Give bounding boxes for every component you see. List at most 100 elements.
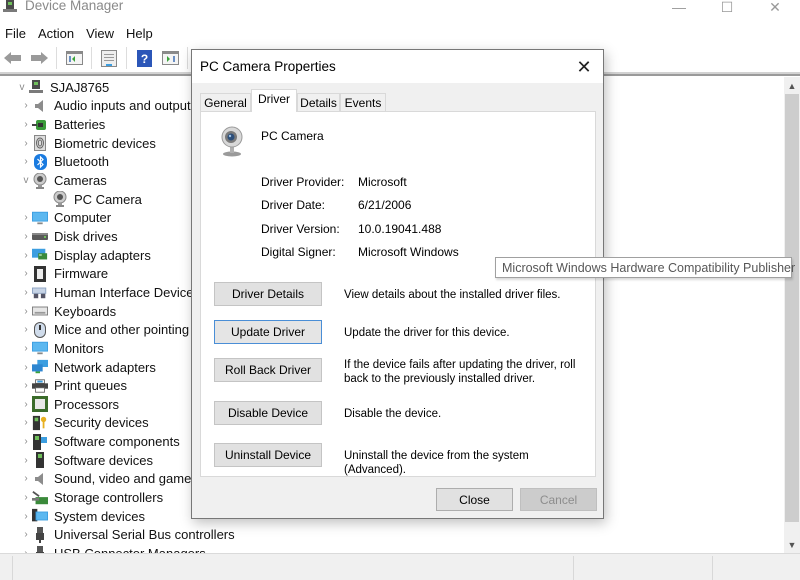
- properties-icon: [101, 49, 117, 67]
- tree-item[interactable]: v Cameras: [20, 171, 107, 190]
- chevron-right-icon[interactable]: ›: [20, 324, 32, 335]
- properties-button[interactable]: [98, 47, 120, 69]
- signer-tooltip: Microsoft Windows Hardware Compatibility…: [495, 257, 795, 278]
- tree-item[interactable]: ›USB Connector Managers: [20, 544, 206, 553]
- dialog-close-button[interactable]: ✕: [568, 55, 600, 79]
- chevron-down-icon[interactable]: v: [20, 175, 32, 186]
- menu-help[interactable]: Help: [120, 24, 159, 44]
- scroll-up-button[interactable]: ▲: [784, 77, 800, 94]
- chevron-right-icon[interactable]: ›: [20, 287, 32, 298]
- chevron-down-icon[interactable]: v: [16, 82, 28, 93]
- help-button[interactable]: ?: [133, 47, 155, 69]
- window-title: Device Manager: [25, 0, 124, 13]
- chevron-right-icon[interactable]: ›: [20, 231, 32, 242]
- dialog-title-bar: PC Camera Properties ✕: [192, 50, 603, 83]
- tree-root-computer[interactable]: v SJAJ8765: [16, 78, 110, 97]
- chevron-right-icon[interactable]: ›: [20, 250, 32, 261]
- action-pane-button[interactable]: [159, 47, 181, 69]
- chevron-right-icon[interactable]: ›: [20, 362, 32, 373]
- disk-drive-icon: [32, 228, 48, 244]
- chevron-right-icon[interactable]: ›: [20, 156, 32, 167]
- tree-item[interactable]: › Network adapters: [20, 358, 156, 377]
- tab-events[interactable]: Events: [340, 93, 386, 112]
- disable-device-button[interactable]: Disable Device: [214, 401, 322, 425]
- tree-child-item[interactable]: PC Camera: [40, 190, 142, 209]
- tree-item[interactable]: › Batteries: [20, 115, 105, 134]
- close-window-button[interactable]: ✕: [752, 0, 798, 16]
- chevron-right-icon[interactable]: ›: [20, 529, 32, 540]
- tree-item[interactable]: › Human Interface Devices: [20, 283, 200, 302]
- tree-item[interactable]: › Software components: [20, 432, 180, 451]
- toolbar-separator: [126, 47, 127, 69]
- chevron-right-icon[interactable]: ›: [20, 268, 32, 279]
- cancel-button[interactable]: Cancel: [520, 488, 597, 511]
- tree-item[interactable]: › Storage controllers: [20, 488, 163, 507]
- vertical-scrollbar[interactable]: ▲ ▼: [784, 77, 800, 553]
- mouse-icon: [32, 321, 48, 338]
- chevron-right-icon[interactable]: ›: [20, 119, 32, 130]
- tree-item[interactable]: › Audio inputs and outputs: [20, 97, 197, 116]
- tree-item-label: Universal Serial Bus controllers: [54, 527, 235, 543]
- driver-details-button[interactable]: Driver Details: [214, 282, 322, 306]
- tree-item[interactable]: › Biometric devices: [20, 134, 156, 153]
- status-bar: [0, 553, 800, 580]
- update-driver-button[interactable]: Update Driver: [214, 320, 322, 344]
- chevron-right-icon[interactable]: ›: [20, 399, 32, 410]
- speaker-icon: [32, 471, 48, 487]
- tree-item[interactable]: › Display adapters: [20, 246, 151, 265]
- chevron-right-icon[interactable]: ›: [20, 473, 32, 484]
- minimize-button[interactable]: —: [656, 0, 702, 16]
- tab-general[interactable]: General: [200, 93, 251, 112]
- tab-driver[interactable]: Driver: [251, 89, 297, 112]
- back-button[interactable]: [2, 47, 24, 69]
- tree-item[interactable]: › Keyboards: [20, 302, 116, 321]
- menu-file[interactable]: File: [0, 24, 32, 44]
- tree-item-label: Keyboards: [54, 303, 117, 319]
- maximize-button[interactable]: ☐: [704, 0, 750, 16]
- scrollbar-thumb[interactable]: [785, 94, 799, 522]
- tree-item-label: Network adapters: [54, 359, 156, 375]
- tree-item[interactable]: › Software devices: [20, 451, 153, 470]
- webcam-icon: [52, 191, 68, 208]
- chevron-right-icon[interactable]: ›: [20, 212, 32, 223]
- tree-item-label: Audio inputs and outputs: [54, 98, 198, 114]
- chevron-right-icon[interactable]: ›: [20, 436, 32, 447]
- tree-item[interactable]: › Security devices: [20, 414, 148, 433]
- show-hide-console-tree-button[interactable]: [63, 47, 85, 69]
- menu-view[interactable]: View: [80, 24, 120, 44]
- tree-item[interactable]: › Universal Serial Bus controllers: [20, 526, 235, 545]
- roll-back-driver-button[interactable]: Roll Back Driver: [214, 358, 322, 382]
- hid-icon: [32, 284, 48, 300]
- status-pane-divider: [573, 556, 574, 580]
- tree-item[interactable]: › Computer: [20, 209, 111, 228]
- chevron-right-icon[interactable]: ›: [20, 306, 32, 317]
- tree-item[interactable]: › Monitors: [20, 339, 104, 358]
- chevron-right-icon[interactable]: ›: [20, 100, 32, 111]
- driver-provider-value: Microsoft: [358, 175, 407, 189]
- chevron-right-icon[interactable]: ›: [20, 138, 32, 149]
- tree-item[interactable]: › Firmware: [20, 265, 108, 284]
- chevron-right-icon[interactable]: ›: [20, 511, 32, 522]
- chevron-right-icon[interactable]: ›: [20, 343, 32, 354]
- tree-item[interactable]: › Print queues: [20, 376, 127, 395]
- chevron-right-icon[interactable]: ›: [20, 380, 32, 391]
- tree-item[interactable]: › Bluetooth: [20, 153, 109, 172]
- fingerprint-icon: [32, 135, 48, 152]
- menu-action[interactable]: Action: [32, 24, 80, 44]
- close-button[interactable]: Close: [436, 488, 513, 511]
- tree-item-label: Bluetooth: [54, 154, 109, 170]
- tree-item[interactable]: › Disk drives: [20, 227, 117, 246]
- chevron-right-icon[interactable]: ›: [20, 455, 32, 466]
- tab-details[interactable]: Details: [297, 93, 340, 112]
- usb-icon: [32, 545, 48, 553]
- status-pane-divider: [712, 556, 713, 580]
- scroll-down-button[interactable]: ▼: [784, 536, 800, 553]
- chevron-right-icon[interactable]: ›: [20, 492, 32, 503]
- forward-button[interactable]: [28, 47, 50, 69]
- chevron-right-icon[interactable]: ›: [20, 417, 32, 428]
- dialog-title: PC Camera Properties: [200, 59, 336, 74]
- tree-item[interactable]: › System devices: [20, 507, 145, 526]
- network-icon: [32, 359, 48, 375]
- uninstall-device-button[interactable]: Uninstall Device: [214, 443, 322, 467]
- tree-item[interactable]: › Processors: [20, 395, 119, 414]
